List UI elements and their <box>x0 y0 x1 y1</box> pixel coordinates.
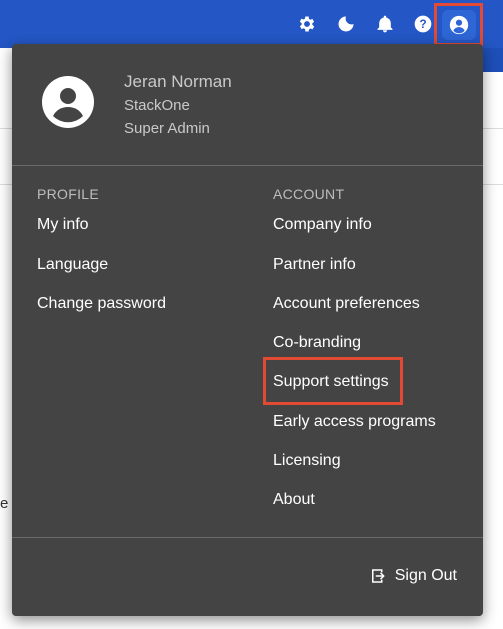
avatar-icon <box>42 76 94 128</box>
moon-icon[interactable] <box>334 12 358 36</box>
menu-item-my-info[interactable]: My info <box>37 216 89 234</box>
user-name: Jeran Norman <box>124 72 232 91</box>
menu-item-language[interactable]: Language <box>37 256 108 274</box>
menu-item-early-access-programs[interactable]: Early access programs <box>273 413 436 431</box>
gear-icon[interactable] <box>295 12 319 36</box>
menu-item-partner-info[interactable]: Partner info <box>273 256 356 274</box>
user-role: Super Admin <box>124 120 210 137</box>
menu-item-company-info[interactable]: Company info <box>273 216 372 234</box>
menu-divider <box>12 537 483 538</box>
account-section-title: ACCOUNT <box>273 186 345 202</box>
user-organization: StackOne <box>124 97 190 114</box>
user-menu-button[interactable] <box>434 3 483 46</box>
menu-item-account-preferences[interactable]: Account preferences <box>273 295 420 313</box>
menu-item-licensing[interactable]: Licensing <box>273 452 341 470</box>
background-text: e <box>0 495 9 512</box>
user-menu-dropdown: Jeran Norman StackOne Super Admin PROFIL… <box>12 44 483 616</box>
bell-icon[interactable] <box>373 12 397 36</box>
help-icon[interactable]: ? <box>411 12 435 36</box>
sign-out-icon <box>371 569 385 583</box>
svg-text:?: ? <box>419 18 426 31</box>
user-circle-icon <box>449 15 468 34</box>
menu-item-co-branding[interactable]: Co-branding <box>273 334 361 352</box>
support-settings-highlight <box>263 357 403 405</box>
menu-item-change-password[interactable]: Change password <box>37 295 166 313</box>
profile-section-title: PROFILE <box>37 186 100 202</box>
top-app-bar: ? <box>0 0 503 48</box>
menu-item-about[interactable]: About <box>273 491 315 509</box>
sign-out-label: Sign Out <box>394 567 457 584</box>
sign-out-button[interactable]: Sign Out <box>369 567 457 585</box>
page-accent <box>481 48 503 72</box>
menu-divider <box>12 165 483 166</box>
